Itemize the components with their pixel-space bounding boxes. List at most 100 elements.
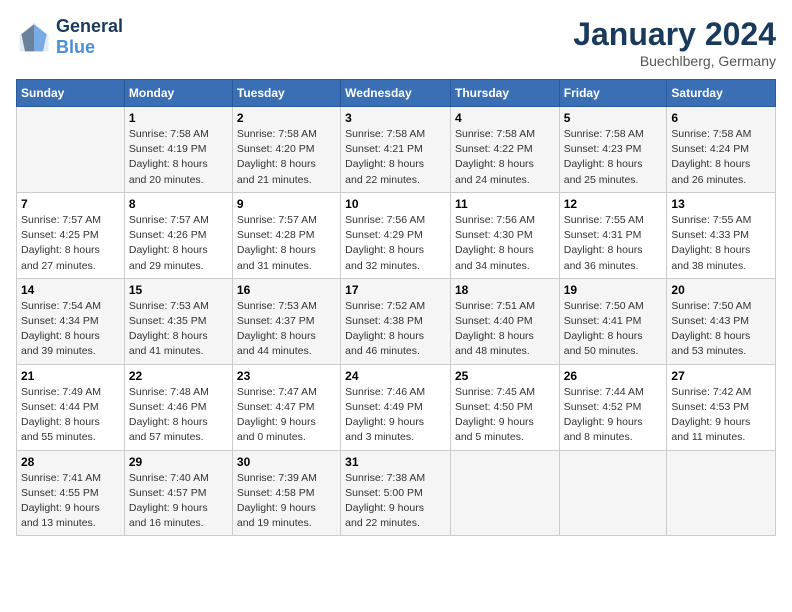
calendar-cell: 7 Sunrise: 7:57 AM Sunset: 4:25 PM Daylig… xyxy=(17,192,125,278)
day-info: Sunrise: 7:55 AM Sunset: 4:31 PM Dayligh… xyxy=(564,213,663,274)
calendar-cell: 25Sunrise: 7:45 AM Sunset: 4:50 PM Dayli… xyxy=(450,364,559,450)
location-subtitle: Buechlberg, Germany xyxy=(573,53,776,69)
calendar-cell: 28 Sunrise: 7:41 AM Sunset: 4:55 PM Dayli… xyxy=(17,450,125,536)
day-number: 29 xyxy=(129,455,228,469)
calendar-cell: 30 Sunrise: 7:39 AM Sunset: 4:58 PM Dayli… xyxy=(232,450,340,536)
day-info: Sunrise: 7:57 AM Sunset: 4:25 PM Dayligh… xyxy=(21,213,120,274)
day-number: 6 xyxy=(671,111,771,125)
calendar-cell xyxy=(17,107,125,193)
day-info: Sunrise: 7:54 AM Sunset: 4:34 PM Dayligh… xyxy=(21,299,120,360)
day-info: Sunrise: 7:58 AM Sunset: 4:23 PM Dayligh… xyxy=(564,127,663,188)
header: General Blue January 2024 Buechlberg, Ge… xyxy=(16,16,776,69)
day-number: 10 xyxy=(345,197,446,211)
day-info: Sunrise: 7:53 AM Sunset: 4:35 PM Dayligh… xyxy=(129,299,228,360)
day-info: Sunrise: 7:57 AM Sunset: 4:28 PM Dayligh… xyxy=(237,213,336,274)
day-info: Sunrise: 7:52 AM Sunset: 4:38 PM Dayligh… xyxy=(345,299,446,360)
day-number: 14 xyxy=(21,283,120,297)
calendar-cell: 10 Sunrise: 7:56 AM Sunset: 4:29 PM Dayli… xyxy=(341,192,451,278)
calendar-cell: 20 Sunrise: 7:50 AM Sunset: 4:43 PM Dayli… xyxy=(667,278,776,364)
day-info: Sunrise: 7:39 AM Sunset: 4:58 PM Dayligh… xyxy=(237,471,336,532)
calendar-cell: 11Sunrise: 7:56 AM Sunset: 4:30 PM Dayli… xyxy=(450,192,559,278)
calendar-cell: 23Sunrise: 7:47 AM Sunset: 4:47 PM Dayli… xyxy=(232,364,340,450)
calendar-table: SundayMondayTuesdayWednesdayThursdayFrid… xyxy=(16,79,776,536)
calendar-cell: 15 Sunrise: 7:53 AM Sunset: 4:35 PM Dayli… xyxy=(124,278,232,364)
calendar-week-5: 28 Sunrise: 7:41 AM Sunset: 4:55 PM Dayli… xyxy=(17,450,776,536)
day-number: 4 xyxy=(455,111,555,125)
calendar-cell xyxy=(667,450,776,536)
calendar-cell xyxy=(450,450,559,536)
calendar-cell: 4 Sunrise: 7:58 AM Sunset: 4:22 PM Daylig… xyxy=(450,107,559,193)
day-number: 24 xyxy=(345,369,446,383)
day-info: Sunrise: 7:55 AM Sunset: 4:33 PM Dayligh… xyxy=(671,213,771,274)
calendar-cell: 12 Sunrise: 7:55 AM Sunset: 4:31 PM Dayli… xyxy=(559,192,667,278)
day-number: 27 xyxy=(671,369,771,383)
day-header-friday: Friday xyxy=(559,80,667,107)
day-number: 28 xyxy=(21,455,120,469)
day-info: Sunrise: 7:58 AM Sunset: 4:21 PM Dayligh… xyxy=(345,127,446,188)
calendar-cell: 22Sunrise: 7:48 AM Sunset: 4:46 PM Dayli… xyxy=(124,364,232,450)
calendar-cell: 26Sunrise: 7:44 AM Sunset: 4:52 PM Dayli… xyxy=(559,364,667,450)
calendar-cell: 19Sunrise: 7:50 AM Sunset: 4:41 PM Dayli… xyxy=(559,278,667,364)
day-header-monday: Monday xyxy=(124,80,232,107)
day-number: 13 xyxy=(671,197,771,211)
day-number: 1 xyxy=(129,111,228,125)
calendar-cell: 21 Sunrise: 7:49 AM Sunset: 4:44 PM Dayli… xyxy=(17,364,125,450)
day-header-tuesday: Tuesday xyxy=(232,80,340,107)
day-number: 30 xyxy=(237,455,336,469)
month-title: January 2024 xyxy=(573,16,776,53)
day-info: Sunrise: 7:58 AM Sunset: 4:22 PM Dayligh… xyxy=(455,127,555,188)
day-header-wednesday: Wednesday xyxy=(341,80,451,107)
calendar-cell: 5 Sunrise: 7:58 AM Sunset: 4:23 PM Daylig… xyxy=(559,107,667,193)
day-number: 18 xyxy=(455,283,555,297)
day-number: 26 xyxy=(564,369,663,383)
day-info: Sunrise: 7:58 AM Sunset: 4:19 PM Dayligh… xyxy=(129,127,228,188)
day-info: Sunrise: 7:42 AM Sunset: 4:53 PM Dayligh… xyxy=(671,385,771,446)
calendar-cell: 1 Sunrise: 7:58 AM Sunset: 4:19 PM Daylig… xyxy=(124,107,232,193)
calendar-cell xyxy=(559,450,667,536)
day-number: 2 xyxy=(237,111,336,125)
calendar-week-4: 21 Sunrise: 7:49 AM Sunset: 4:44 PM Dayli… xyxy=(17,364,776,450)
day-number: 9 xyxy=(237,197,336,211)
day-number: 5 xyxy=(564,111,663,125)
calendar-cell: 13 Sunrise: 7:55 AM Sunset: 4:33 PM Dayli… xyxy=(667,192,776,278)
day-number: 11 xyxy=(455,197,555,211)
calendar-cell: 29 Sunrise: 7:40 AM Sunset: 4:57 PM Dayli… xyxy=(124,450,232,536)
day-info: Sunrise: 7:58 AM Sunset: 4:20 PM Dayligh… xyxy=(237,127,336,188)
day-info: Sunrise: 7:56 AM Sunset: 4:29 PM Dayligh… xyxy=(345,213,446,274)
day-info: Sunrise: 7:48 AM Sunset: 4:46 PM Dayligh… xyxy=(129,385,228,446)
calendar-week-3: 14 Sunrise: 7:54 AM Sunset: 4:34 PM Dayli… xyxy=(17,278,776,364)
day-number: 15 xyxy=(129,283,228,297)
day-number: 17 xyxy=(345,283,446,297)
day-number: 21 xyxy=(21,369,120,383)
logo-text-line1: General xyxy=(56,16,123,37)
day-number: 16 xyxy=(237,283,336,297)
calendar-cell: 24 Sunrise: 7:46 AM Sunset: 4:49 PM Dayli… xyxy=(341,364,451,450)
calendar-body: 1 Sunrise: 7:58 AM Sunset: 4:19 PM Daylig… xyxy=(17,107,776,536)
day-number: 7 xyxy=(21,197,120,211)
day-number: 20 xyxy=(671,283,771,297)
day-number: 31 xyxy=(345,455,446,469)
day-header-sunday: Sunday xyxy=(17,80,125,107)
logo-icon xyxy=(16,19,52,55)
day-info: Sunrise: 7:49 AM Sunset: 4:44 PM Dayligh… xyxy=(21,385,120,446)
day-info: Sunrise: 7:46 AM Sunset: 4:49 PM Dayligh… xyxy=(345,385,446,446)
calendar-week-2: 7 Sunrise: 7:57 AM Sunset: 4:25 PM Daylig… xyxy=(17,192,776,278)
calendar-cell: 18Sunrise: 7:51 AM Sunset: 4:40 PM Dayli… xyxy=(450,278,559,364)
logo: General Blue xyxy=(16,16,123,58)
day-info: Sunrise: 7:50 AM Sunset: 4:43 PM Dayligh… xyxy=(671,299,771,360)
day-info: Sunrise: 7:40 AM Sunset: 4:57 PM Dayligh… xyxy=(129,471,228,532)
day-info: Sunrise: 7:41 AM Sunset: 4:55 PM Dayligh… xyxy=(21,471,120,532)
logo-text-line2: Blue xyxy=(56,37,123,58)
day-info: Sunrise: 7:53 AM Sunset: 4:37 PM Dayligh… xyxy=(237,299,336,360)
calendar-cell: 9 Sunrise: 7:57 AM Sunset: 4:28 PM Daylig… xyxy=(232,192,340,278)
calendar-cell: 27 Sunrise: 7:42 AM Sunset: 4:53 PM Dayli… xyxy=(667,364,776,450)
day-number: 23 xyxy=(237,369,336,383)
day-number: 12 xyxy=(564,197,663,211)
day-info: Sunrise: 7:57 AM Sunset: 4:26 PM Dayligh… xyxy=(129,213,228,274)
day-number: 3 xyxy=(345,111,446,125)
day-header-saturday: Saturday xyxy=(667,80,776,107)
calendar-cell: 16 Sunrise: 7:53 AM Sunset: 4:37 PM Dayli… xyxy=(232,278,340,364)
day-number: 8 xyxy=(129,197,228,211)
calendar-cell: 8 Sunrise: 7:57 AM Sunset: 4:26 PM Daylig… xyxy=(124,192,232,278)
calendar-cell: 14 Sunrise: 7:54 AM Sunset: 4:34 PM Dayli… xyxy=(17,278,125,364)
